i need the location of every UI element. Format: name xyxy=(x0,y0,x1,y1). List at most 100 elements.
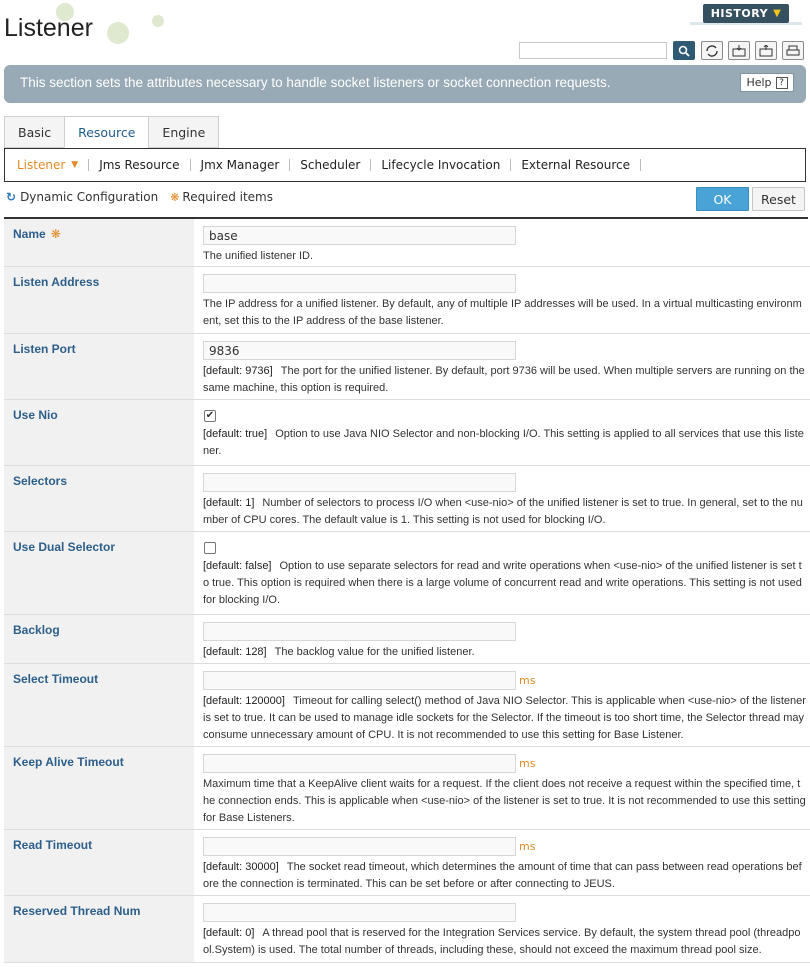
field-label: Keep Alive Timeout xyxy=(4,747,194,829)
default-value: [default: 1] xyxy=(203,497,255,509)
field-label: Read Timeout xyxy=(4,830,194,895)
subnav-item-listener[interactable]: Listener ▼ xyxy=(17,158,78,172)
legend-dynamic-label: Dynamic Configuration xyxy=(20,190,159,204)
form-row-selectors: Selectors [default: 1] Number of selector… xyxy=(4,466,810,532)
field-description: [default: false] Option to use separate s… xyxy=(203,558,806,609)
default-value: [default: 120000] xyxy=(203,695,285,707)
legend-required-label: Required items xyxy=(182,190,273,204)
field-label: Reserved Thread Num xyxy=(4,896,194,962)
form-row-name: Name ❋ The unified listener ID. xyxy=(4,219,810,267)
field-value: [default: 1] Number of selectors to proce… xyxy=(203,473,806,529)
default-value: [default: 0] xyxy=(203,927,255,939)
form-row-select-timeout: Select Timeout ms [default: 120000] Timeo… xyxy=(4,664,810,747)
dynamic-config-icon: ↻ xyxy=(6,190,17,204)
use-nio-checkbox[interactable]: ✔ xyxy=(204,410,216,422)
field-label: Listen Port xyxy=(4,334,194,399)
select-timeout-input[interactable] xyxy=(203,671,516,690)
subnav-divider xyxy=(370,159,372,171)
description-text: The backlog value for the unified listen… xyxy=(274,646,475,658)
field-description: [default: 9736] The port for the unified … xyxy=(203,363,806,397)
reset-button[interactable]: Reset xyxy=(752,187,805,211)
keep-alive-timeout-input[interactable] xyxy=(203,754,516,773)
default-value: [default: 128] xyxy=(203,646,267,658)
field-value: ✔ [default: true] Option to use Java NIO … xyxy=(203,407,806,460)
listen-port-input[interactable] xyxy=(203,341,516,360)
search-input[interactable] xyxy=(519,42,667,59)
subnav-item-label: Listener xyxy=(17,158,66,172)
field-description: [default: 30000] The socket read timeout,… xyxy=(203,859,806,893)
description-text: The unified listener ID. xyxy=(203,250,314,262)
field-value: The unified listener ID. xyxy=(203,226,806,265)
use-dual-selector-checkbox[interactable] xyxy=(204,542,216,554)
tab-basic[interactable]: Basic xyxy=(4,116,65,148)
page-title: Listener xyxy=(4,14,93,42)
default-value: [default: false] xyxy=(203,560,272,572)
description-text: Maximum time that a KeepAlive client wai… xyxy=(203,778,806,824)
field-label: Selectors xyxy=(4,466,194,531)
backlog-input[interactable] xyxy=(203,622,516,641)
required-icon: ❋ xyxy=(170,190,180,204)
subnav-item-scheduler[interactable]: Scheduler xyxy=(300,158,360,172)
history-button[interactable]: HISTORY ▼ xyxy=(703,4,789,23)
default-value: [default: 9736] xyxy=(203,365,273,377)
field-description: The IP address for a unified listener. B… xyxy=(203,296,806,330)
field-label: Name ❋ xyxy=(4,219,194,266)
subnav-divider xyxy=(510,159,512,171)
subnav-item-external-resource[interactable]: External Resource xyxy=(521,158,630,172)
description-text: A thread pool that is reserved for the I… xyxy=(203,927,801,956)
reserved-thread-num-input[interactable] xyxy=(203,903,516,922)
tab-engine[interactable]: Engine xyxy=(148,116,220,148)
field-description: [default: 1] Number of selectors to proce… xyxy=(203,495,806,529)
listen-address-input[interactable] xyxy=(203,274,516,293)
resource-subnav: Listener ▼ Jms Resource Jmx Manager Sche… xyxy=(4,148,806,182)
ok-button[interactable]: OK xyxy=(696,187,749,211)
description-text: The socket read timeout, which determine… xyxy=(203,861,802,890)
field-value: [default: 9736]The port for the unified … xyxy=(203,341,806,397)
name-input[interactable] xyxy=(203,226,516,245)
question-icon: ? xyxy=(775,76,788,89)
description-text: Option to use separate selectors for rea… xyxy=(203,560,802,606)
info-banner: This section sets the attributes necessa… xyxy=(4,65,806,103)
required-icon: ❋ xyxy=(50,227,61,241)
field-value: ms Maximum time that a KeepAlive client … xyxy=(203,754,806,827)
tab-bar: Basic Resource Engine xyxy=(4,116,220,148)
subnav-item-lifecycle-invocation[interactable]: Lifecycle Invocation xyxy=(381,158,500,172)
print-icon[interactable] xyxy=(782,41,804,60)
read-timeout-input[interactable] xyxy=(203,837,516,856)
subnav-divider xyxy=(639,159,641,171)
form-row-backlog: Backlog [default: 128] The backlog value … xyxy=(4,615,810,664)
description-text: Option to use Java NIO Selector and non-… xyxy=(203,428,804,457)
field-label: Use Dual Selector xyxy=(4,532,194,614)
field-description: [default: true] Option to use Java NIO Se… xyxy=(203,426,806,460)
help-label: Help xyxy=(746,76,772,89)
history-label: HISTORY xyxy=(710,7,769,20)
selectors-input[interactable] xyxy=(203,473,516,492)
field-label: Backlog xyxy=(4,615,194,663)
default-value: [default: true] xyxy=(203,428,268,440)
legend: ↻ Dynamic Configuration ❋ Required items xyxy=(6,190,273,204)
export-xml-icon[interactable] xyxy=(728,41,750,60)
form-row-reserved-thread-num: Reserved Thread Num [default: 0] A thread… xyxy=(4,896,810,963)
subnav-item-jms-resource[interactable]: Jms Resource xyxy=(99,158,179,172)
form-row-listen-port: Listen Port [default: 9736]The port for … xyxy=(4,334,810,400)
subnav-divider xyxy=(189,159,191,171)
unit-label: ms xyxy=(519,757,536,770)
form-row-use-nio: Use Nio ✔ [default: true] Option to use J… xyxy=(4,400,810,466)
default-value: [default: 30000] xyxy=(203,861,279,873)
tab-resource[interactable]: Resource xyxy=(64,116,149,148)
field-value: [default: false] Option to use separate s… xyxy=(203,539,806,609)
description-text: The IP address for a unified listener. B… xyxy=(203,298,802,327)
field-label: Listen Address xyxy=(4,267,194,333)
field-value: [default: 0] A thread pool that is reserv… xyxy=(203,903,806,959)
field-label: Select Timeout xyxy=(4,664,194,746)
subnav-item-jmx-manager[interactable]: Jmx Manager xyxy=(201,158,280,172)
form-row-use-dual-selector: Use Dual Selector [default: false] Option… xyxy=(4,532,810,615)
chevron-down-icon: ▼ xyxy=(773,8,782,19)
form-row-keep-alive-timeout: Keep Alive Timeout ms Maximum time that … xyxy=(4,747,810,830)
import-xml-icon[interactable] xyxy=(755,41,777,60)
help-button[interactable]: Help ? xyxy=(740,73,794,92)
search-icon[interactable] xyxy=(673,41,695,60)
refresh-icon[interactable] xyxy=(701,41,723,60)
unit-label: ms xyxy=(519,840,536,853)
form-row-read-timeout: Read Timeout ms [default: 30000] The sock… xyxy=(4,830,810,896)
